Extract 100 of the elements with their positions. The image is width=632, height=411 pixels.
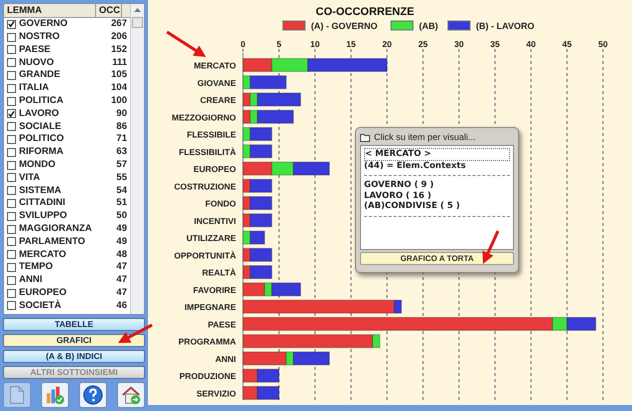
legend-label: (B) - LAVORO <box>476 21 534 31</box>
category-label: REALTÀ <box>202 268 236 278</box>
lemma-label: PAESE <box>19 42 52 57</box>
count-label: 100 <box>110 94 128 108</box>
checkbox[interactable] <box>7 212 16 221</box>
chart-title: CO-OCCORRENZE <box>316 6 414 18</box>
axis-tick-label: 10 <box>310 39 320 49</box>
lemma-label: SOCIETÀ <box>19 298 62 313</box>
axis-tick-label: 5 <box>276 39 282 49</box>
checkbox[interactable] <box>7 173 16 182</box>
lemma-label: SOCIALE <box>19 120 62 134</box>
category-label: FAVORIRE <box>193 284 236 295</box>
lemma-label: GOVERNO <box>19 17 69 32</box>
help-icon <box>83 385 103 405</box>
checkbox[interactable] <box>7 288 16 298</box>
checkbox[interactable] <box>7 250 16 260</box>
count-label: 104 <box>110 81 128 96</box>
checkbox[interactable] <box>7 58 16 68</box>
axis-tick-label: 15 <box>346 39 356 49</box>
help-button[interactable] <box>79 382 107 408</box>
count-label: 57 <box>115 158 128 172</box>
bar <box>242 162 272 176</box>
category-label: UTILIZZARE <box>186 233 236 244</box>
legend-label: (AB) <box>419 21 438 31</box>
pointer-arrow <box>118 324 153 343</box>
category-label: ANNI <box>215 354 236 364</box>
list-item[interactable]: < MERCATO > <box>364 148 510 160</box>
document-icon <box>10 386 24 404</box>
checkbox[interactable] <box>7 135 16 144</box>
list-item[interactable]: GOVERNO ( 9 ) <box>364 180 510 190</box>
bar-chart-icon <box>46 386 64 404</box>
list-item[interactable]: (44) = Elem.Contexts <box>364 160 510 171</box>
checkbox[interactable] <box>7 160 16 170</box>
checkbox[interactable] <box>7 32 16 42</box>
scroll-up-icon[interactable] <box>134 8 141 12</box>
checkbox[interactable] <box>7 237 16 246</box>
checkbox[interactable] <box>7 20 16 29</box>
checkbox[interactable] <box>7 96 16 106</box>
lemma-label: SISTEMA <box>19 184 62 198</box>
lemma-label: EUROPEO <box>19 286 68 300</box>
pointer-arrow <box>482 230 500 264</box>
bar-chart-button[interactable] <box>41 382 69 408</box>
window-icon <box>360 134 370 142</box>
list-item[interactable]: LAVORO ( 16 ) <box>364 190 510 201</box>
category-label: MERCATO <box>194 60 236 70</box>
lemma-label: MAGGIORANZA <box>19 222 93 236</box>
menu-button[interactable]: GRAFICI <box>3 334 145 347</box>
scrollbar[interactable] <box>130 4 144 314</box>
count-label: 49 <box>115 234 128 249</box>
checkbox[interactable] <box>7 199 16 208</box>
category-label: GIOVANE <box>197 78 236 88</box>
checkbox[interactable] <box>7 122 16 132</box>
count-label: 51 <box>115 196 128 210</box>
checkbox[interactable] <box>7 148 16 157</box>
count-label: 152 <box>110 42 128 57</box>
checkbox[interactable] <box>7 109 16 118</box>
checkbox[interactable] <box>7 276 16 285</box>
count-label: 111 <box>111 56 128 70</box>
lemma-label: GRANDE <box>19 68 62 82</box>
category-label: PAESE <box>208 319 236 330</box>
checkbox[interactable] <box>7 301 16 310</box>
count-label: 86 <box>115 120 128 134</box>
bar <box>242 110 251 124</box>
lemma-label: MONDO <box>19 158 56 172</box>
checkbox[interactable] <box>7 224 16 234</box>
checkbox[interactable] <box>7 71 16 80</box>
home-button[interactable] <box>117 382 145 408</box>
axis-tick-label: 50 <box>598 39 608 49</box>
scroll-thumb[interactable] <box>132 17 143 28</box>
bar <box>242 92 251 107</box>
axis-tick-label: 25 <box>418 39 428 49</box>
count-label: 63 <box>115 145 128 160</box>
menu-button[interactable]: TABELLE <box>3 318 145 331</box>
checkbox[interactable] <box>7 263 16 272</box>
count-label: 50 <box>115 209 128 224</box>
category-label: CREARE <box>200 95 236 106</box>
checkbox[interactable] <box>7 186 16 196</box>
count-label: 71 <box>115 132 128 146</box>
lemma-label: POLITICA <box>19 94 64 108</box>
category-label: SERVIZIO <box>196 388 236 398</box>
category-label: COSTRUZIONE <box>174 181 236 192</box>
menu-button[interactable]: (A & B) INDICI <box>3 350 145 363</box>
axis-tick-label: 20 <box>382 39 392 49</box>
column-header[interactable]: LEMMA <box>4 4 96 17</box>
lemma-label: ITALIA <box>19 81 50 96</box>
checkbox[interactable] <box>7 84 16 93</box>
axis-tick-label: 30 <box>454 39 464 49</box>
category-label: PRODUZIONE <box>179 371 236 382</box>
pie-chart-button[interactable]: GRAFICO A TORTA <box>360 252 514 265</box>
list-item[interactable]: (AB)CONDIVISE ( 5 ) <box>364 201 510 212</box>
column-header[interactable]: OCC <box>96 4 122 17</box>
count-label: 55 <box>115 170 128 185</box>
lemma-label: LAVORO <box>19 106 60 121</box>
category-label: FONDO <box>205 198 236 209</box>
bar <box>242 58 272 72</box>
axis-tick-label: 35 <box>490 39 500 49</box>
count-label: 105 <box>110 68 128 82</box>
home-icon <box>122 386 140 404</box>
category-label: FLESSIBILITÀ <box>178 146 236 157</box>
checkbox[interactable] <box>7 45 16 54</box>
